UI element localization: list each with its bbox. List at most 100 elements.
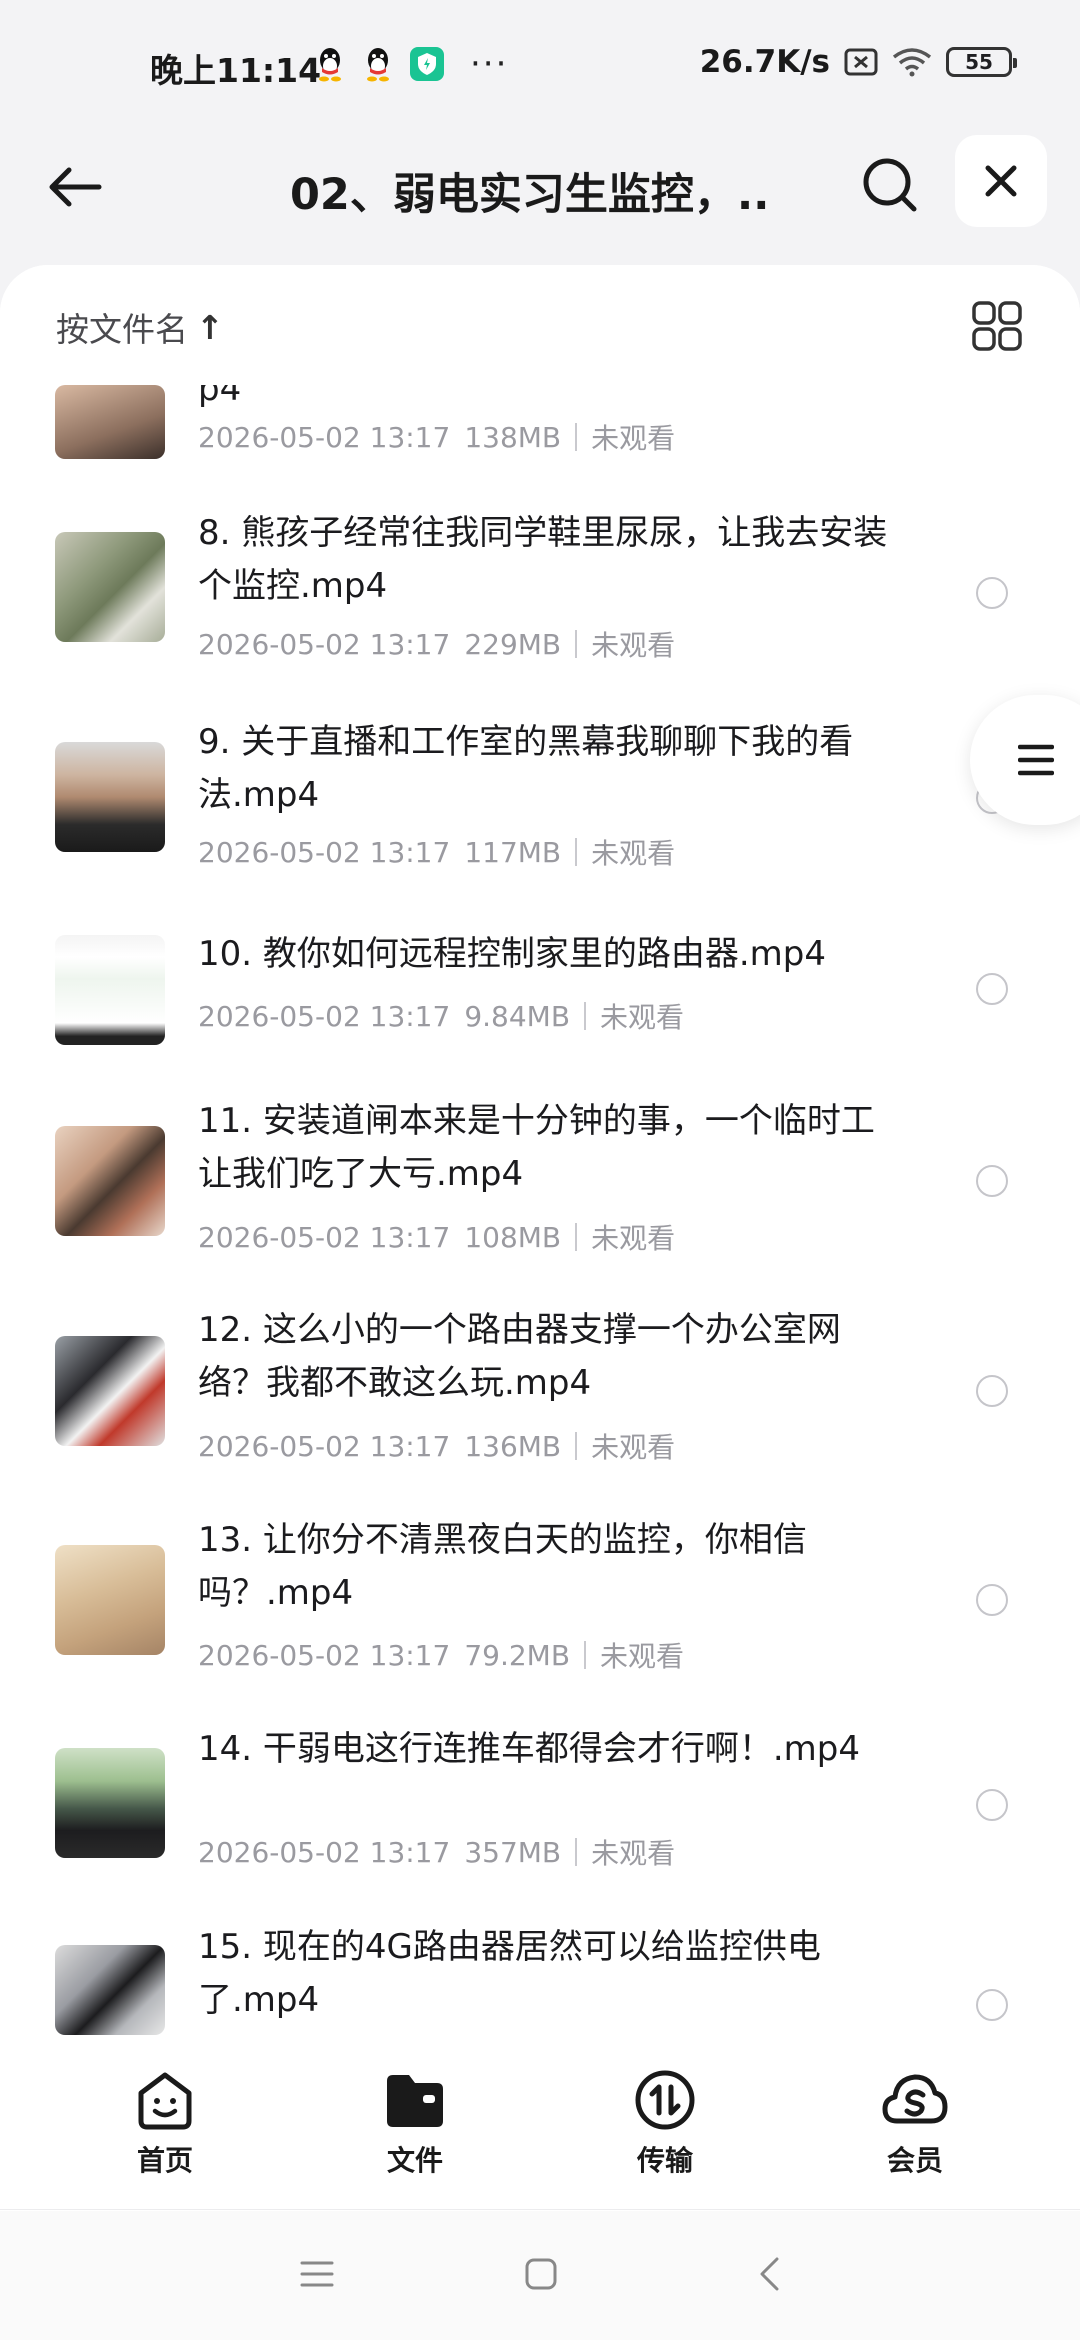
battery-level: 55 <box>965 50 993 74</box>
file-meta: 2026-05-02 13:17 136MB 未观看 <box>198 1426 675 1466</box>
system-back-button[interactable] <box>744 2249 794 2299</box>
file-date: 2026-05-02 13:17 <box>198 420 451 454</box>
watch-status: 未观看 <box>591 1837 676 1870</box>
tab-label: 首页 <box>136 2144 193 2177</box>
tab-label: 文件 <box>386 2144 443 2177</box>
video-thumbnail <box>55 1748 165 1858</box>
meta-divider <box>584 1641 587 1669</box>
menu-list-icon <box>1018 744 1054 776</box>
home-face-icon <box>138 2072 192 2130</box>
folder-icon <box>387 2075 443 2127</box>
file-meta: 2026-05-02 13:17 79.2MB 未观看 <box>198 1635 684 1675</box>
watch-status: 未观看 <box>591 1222 676 1255</box>
file-date: 2026-05-02 13:17 <box>198 1835 451 1869</box>
video-thumbnail <box>55 385 165 459</box>
sort-by-filename-button[interactable]: 按文件名 ↑ <box>56 303 224 351</box>
search-icon <box>863 158 917 212</box>
file-name: 10. 教你如何远程控制家里的路由器.mp4 <box>198 934 827 974</box>
file-name: 12. 这么小的一个路由器支撑一个办公室网络？我都不敢这么玩.mp4 <box>198 1310 841 1403</box>
video-thumbnail <box>55 532 165 642</box>
select-radio[interactable] <box>976 1989 1008 2021</box>
meta-divider <box>575 1223 578 1251</box>
video-thumbnail <box>55 1945 165 2035</box>
file-date: 2026-05-02 13:17 <box>198 999 451 1033</box>
meta-divider <box>575 630 578 658</box>
status-time: 晚上11:14 <box>150 51 322 90</box>
file-size: 229MB <box>464 627 562 661</box>
arrow-left-icon <box>49 167 102 207</box>
file-size: 357MB <box>464 1835 562 1869</box>
file-meta: 2026-05-02 13:17 357MB 未观看 <box>198 1832 675 1872</box>
file-size: 138MB <box>464 420 562 454</box>
meta-divider <box>575 1838 578 1866</box>
status-bar: 晚上11:14 ··· 26.7K/s 55 <box>0 0 1080 130</box>
select-radio[interactable] <box>976 1789 1008 1821</box>
status-right: 26.7K/s 55 <box>699 44 1017 80</box>
watch-status: 未观看 <box>600 1001 685 1034</box>
file-name: 8. 熊孩子经常往我同学鞋里尿尿，让我去安装个监控.mp4 <box>198 513 888 606</box>
file-date: 2026-05-02 13:17 <box>198 627 451 661</box>
tab-label: 会员 <box>886 2144 943 2177</box>
watch-status: 未观看 <box>591 629 676 662</box>
tab-vip[interactable]: 会员 <box>790 2035 1040 2209</box>
watch-status: 未观看 <box>591 837 676 870</box>
more-notifications-icon: ··· <box>470 44 509 84</box>
recent-apps-button[interactable] <box>292 2249 342 2299</box>
select-radio[interactable] <box>976 1375 1008 1407</box>
search-button[interactable] <box>855 150 925 220</box>
watch-status: 未观看 <box>591 1431 676 1464</box>
select-radio[interactable] <box>976 577 1008 609</box>
bottom-tab-bar: 首页 文件 传输 会员 <box>0 2035 1080 2210</box>
select-radio[interactable] <box>976 973 1008 1005</box>
select-radio[interactable] <box>976 1165 1008 1197</box>
close-button[interactable] <box>955 135 1047 227</box>
meta-divider <box>584 1002 587 1030</box>
sort-arrow-up-icon: ↑ <box>196 307 224 347</box>
file-size: 136MB <box>464 1429 562 1463</box>
file-size: 108MB <box>464 1220 562 1254</box>
grid-view-icon[interactable] <box>970 299 1024 353</box>
tab-label: 传输 <box>636 2144 693 2177</box>
network-speed: 26.7K/s <box>699 44 830 80</box>
file-date: 2026-05-02 13:17 <box>198 1429 451 1463</box>
video-thumbnail <box>55 1336 165 1446</box>
tab-home[interactable]: 首页 <box>40 2035 290 2209</box>
tab-files[interactable]: 文件 <box>290 2035 540 2209</box>
menu-lines-icon <box>300 2261 334 2287</box>
status-app-icons: ··· <box>314 46 508 82</box>
file-size: 117MB <box>464 835 562 869</box>
sim-off-icon <box>844 48 878 76</box>
transfer-icon <box>635 2070 695 2130</box>
home-button[interactable] <box>516 2249 566 2299</box>
file-date: 2026-05-02 13:17 <box>198 1638 451 1672</box>
file-name: 15. 现在的4G路由器居然可以给监控供电了.mp4 <box>198 1927 821 2020</box>
video-thumbnail <box>55 1126 165 1236</box>
video-thumbnail <box>55 935 165 1045</box>
vip-cloud-icon <box>882 2074 948 2124</box>
select-radio[interactable] <box>976 1584 1008 1616</box>
security-shield-icon <box>410 47 444 81</box>
file-date: 2026-05-02 13:17 <box>198 835 451 869</box>
tab-transfer[interactable]: 传输 <box>540 2035 790 2209</box>
qq-penguin-icon <box>367 48 389 82</box>
top-header: 02、弱电实习生监控，... <box>0 130 1080 270</box>
file-meta: 2026-05-02 13:17 229MB 未观看 <box>198 624 675 664</box>
chevron-left-icon <box>760 2257 779 2291</box>
wifi-icon <box>892 48 932 77</box>
video-thumbnail <box>55 742 165 852</box>
file-meta: 2026-05-02 13:17 117MB 未观看 <box>198 832 675 872</box>
file-date: 2026-05-02 13:17 <box>198 1220 451 1254</box>
sort-bar: 按文件名 ↑ <box>0 265 1080 385</box>
file-meta: 2026-05-02 13:17 138MB 未观看 <box>198 417 675 457</box>
file-size: 9.84MB <box>464 999 571 1033</box>
qq-penguin-icon <box>319 48 341 82</box>
close-icon <box>985 165 1017 197</box>
meta-divider <box>575 838 578 866</box>
back-button[interactable] <box>40 152 110 222</box>
file-name: 14. 干弱电这行连推车都得会才行啊！.mp4 <box>198 1729 861 1769</box>
video-thumbnail <box>55 1545 165 1655</box>
file-row[interactable]: p4 2026-05-02 13:17 138MB 未观看 <box>0 349 1080 515</box>
meta-divider <box>575 423 578 451</box>
file-name: 9. 关于直播和工作室的黑幕我聊聊下我的看法.mp4 <box>198 722 854 815</box>
file-name: 11. 安装道闸本来是十分钟的事，一个临时工让我们吃了大亏.mp4 <box>198 1101 875 1194</box>
